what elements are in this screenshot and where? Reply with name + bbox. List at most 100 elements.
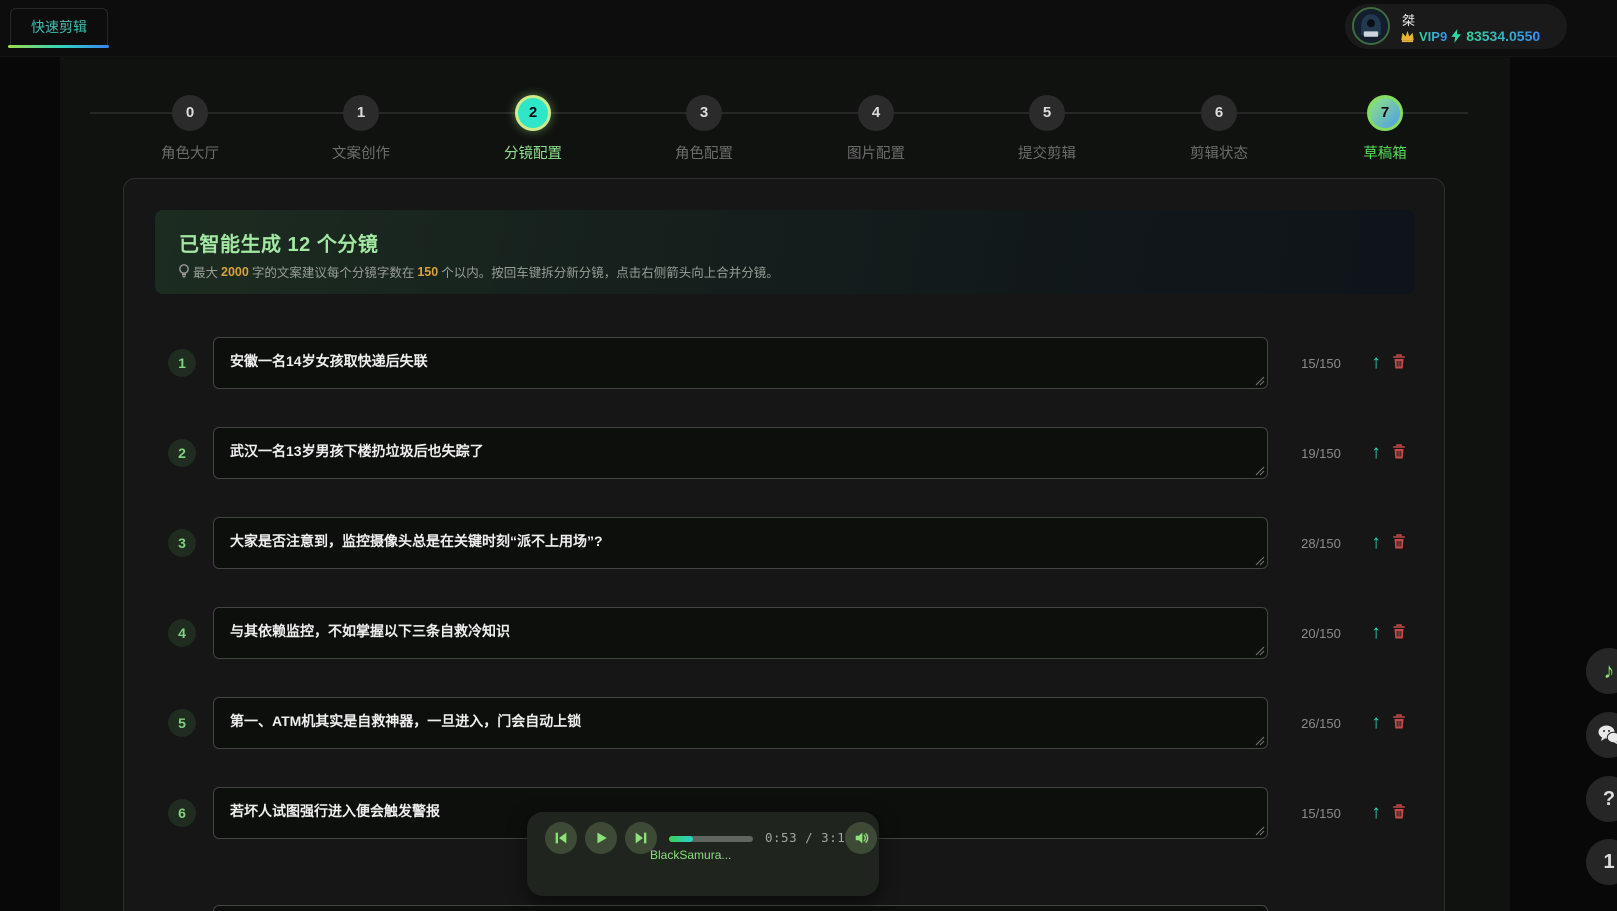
step-label-4[interactable]: 图片配置 bbox=[816, 142, 936, 163]
resize-handle-icon[interactable] bbox=[1255, 466, 1265, 476]
resize-handle-icon[interactable] bbox=[1255, 646, 1265, 656]
storyboard-text-input[interactable]: 与其依赖监控，不如掌握以下三条自救冷知识 bbox=[213, 607, 1268, 659]
time-display: 0:53 / 3:18 bbox=[765, 830, 853, 845]
help-float-button[interactable]: ? bbox=[1586, 776, 1617, 822]
resize-handle-icon[interactable] bbox=[1255, 736, 1265, 746]
storyboard-text-input[interactable]: 武汉一名13岁男孩下楼扔垃圾后也失踪了 bbox=[213, 427, 1268, 479]
notice-float-button[interactable]: 1 bbox=[1586, 839, 1617, 885]
step-circle-6[interactable]: 6 bbox=[1201, 95, 1237, 131]
trash-icon bbox=[1391, 443, 1407, 460]
storyboard-row: 2 武汉一名13岁男孩下楼扔垃圾后也失踪了 19/150 ↑ bbox=[168, 427, 1418, 479]
previous-track-button[interactable] bbox=[545, 822, 577, 854]
char-count: 20/150 bbox=[1290, 626, 1352, 641]
step-circle-3[interactable]: 3 bbox=[686, 95, 722, 131]
skip-previous-icon bbox=[553, 830, 569, 846]
step-circle-5[interactable]: 5 bbox=[1029, 95, 1065, 131]
storyboard-index-badge: 1 bbox=[168, 349, 196, 377]
step-label-7-draft[interactable]: 草稿箱 bbox=[1325, 142, 1445, 163]
step-circle-2-active[interactable]: 2 bbox=[515, 95, 551, 131]
char-count: 28/150 bbox=[1290, 536, 1352, 551]
storyboard-index-badge: 2 bbox=[168, 439, 196, 467]
step-label-5[interactable]: 提交剪辑 bbox=[987, 142, 1107, 163]
storyboard-row-partial bbox=[213, 905, 1268, 911]
tip-per-shot-limit: 150 bbox=[417, 265, 438, 279]
step-circle-4[interactable]: 4 bbox=[858, 95, 894, 131]
storyboard-text-input[interactable] bbox=[213, 905, 1268, 911]
tip-max-words: 2000 bbox=[221, 265, 249, 279]
wechat-icon bbox=[1597, 724, 1617, 746]
delete-row-button[interactable] bbox=[1390, 531, 1408, 555]
step-circle-1[interactable]: 1 bbox=[343, 95, 379, 131]
step-circle-7-draft[interactable]: 7 bbox=[1367, 95, 1403, 131]
merge-up-button[interactable]: ↑ bbox=[1366, 441, 1386, 465]
play-button[interactable] bbox=[585, 822, 617, 854]
notice-count: 1 bbox=[1603, 851, 1614, 874]
music-note-icon: ♪ bbox=[1604, 658, 1615, 684]
lightning-icon bbox=[1451, 29, 1462, 43]
volume-button[interactable] bbox=[845, 822, 877, 854]
merge-up-button[interactable]: ↑ bbox=[1366, 801, 1386, 825]
step-label-2-active[interactable]: 分镜配置 bbox=[473, 142, 593, 163]
crown-icon bbox=[1400, 30, 1415, 43]
play-icon bbox=[593, 830, 609, 846]
resize-handle-icon[interactable] bbox=[1255, 826, 1265, 836]
top-bar: 快速剪辑 桀 VIP9 8353 bbox=[0, 0, 1617, 57]
storyboard-index-badge: 6 bbox=[168, 799, 196, 827]
storyboard-index-badge: 5 bbox=[168, 709, 196, 737]
username: 桀 bbox=[1402, 10, 1415, 29]
storyboard-text-input[interactable]: 第一、ATM机其实是自救神器，一旦进入，门会自动上锁 bbox=[213, 697, 1268, 749]
step-label-3[interactable]: 角色配置 bbox=[644, 142, 764, 163]
step-label-1[interactable]: 文案创作 bbox=[301, 142, 421, 163]
tip-text-middle: 字的文案建议每个分镜字数在 bbox=[252, 262, 415, 281]
merge-up-button[interactable]: ↑ bbox=[1366, 621, 1386, 645]
storyboard-text-input[interactable]: 安徽一名14岁女孩取快递后失联 bbox=[213, 337, 1268, 389]
storyboard-row: 5 第一、ATM机其实是自救神器，一旦进入，门会自动上锁 26/150 ↑ bbox=[168, 697, 1418, 749]
avatar-image bbox=[1354, 9, 1388, 43]
storyboard-row: 4 与其依赖监控，不如掌握以下三条自救冷知识 20/150 ↑ bbox=[168, 607, 1418, 659]
audio-player: 0:53 / 3:18 BlackSamura... bbox=[527, 812, 879, 896]
merge-up-button[interactable]: ↑ bbox=[1366, 711, 1386, 735]
tab-quick-edit[interactable]: 快速剪辑 bbox=[10, 8, 108, 45]
seek-bar-progress bbox=[669, 836, 693, 842]
resize-handle-icon[interactable] bbox=[1255, 376, 1265, 386]
delete-row-button[interactable] bbox=[1390, 801, 1408, 825]
resize-handle-icon[interactable] bbox=[1255, 556, 1265, 566]
trash-icon bbox=[1391, 623, 1407, 640]
step-circle-0[interactable]: 0 bbox=[172, 95, 208, 131]
tab-active-underline bbox=[8, 45, 109, 48]
music-float-button[interactable]: ♪ bbox=[1586, 648, 1617, 694]
volume-icon bbox=[853, 830, 870, 846]
storyboard-row: 3 大家是否注意到，监控摄像头总是在关键时刻“派不上用场”? 28/150 ↑ bbox=[168, 517, 1418, 569]
step-label-6[interactable]: 剪辑状态 bbox=[1159, 142, 1279, 163]
delete-row-button[interactable] bbox=[1390, 441, 1408, 465]
track-name: BlackSamura... bbox=[650, 848, 762, 862]
delete-row-button[interactable] bbox=[1390, 351, 1408, 375]
char-count: 15/150 bbox=[1290, 356, 1352, 371]
storyboard-text-input[interactable]: 大家是否注意到，监控摄像头总是在关键时刻“派不上用场”? bbox=[213, 517, 1268, 569]
avatar[interactable] bbox=[1352, 7, 1390, 45]
stepper-connector-line bbox=[90, 112, 1468, 114]
storyboard-index-badge: 3 bbox=[168, 529, 196, 557]
vip-badge: VIP9 bbox=[1419, 29, 1447, 44]
generated-count-title: 已智能生成 12 个分镜 bbox=[179, 228, 378, 257]
tip-text-prefix: 最大 bbox=[193, 262, 218, 281]
delete-row-button[interactable] bbox=[1390, 621, 1408, 645]
user-account-pill[interactable]: 桀 VIP9 83534.0550 bbox=[1345, 4, 1567, 49]
delete-row-button[interactable] bbox=[1390, 711, 1408, 735]
wechat-float-button[interactable] bbox=[1586, 712, 1617, 758]
app-screen: 快速剪辑 桀 VIP9 8353 bbox=[0, 0, 1617, 911]
storyboard-tip: 最大2000字的文案建议每个分镜字数在150个以内。按回车键拆分新分镜，点击右侧… bbox=[178, 262, 779, 281]
question-mark-icon: ? bbox=[1603, 788, 1615, 811]
trash-icon bbox=[1391, 353, 1407, 370]
tip-text-suffix: 个以内。按回车键拆分新分镜，点击右侧箭头向上合并分镜。 bbox=[441, 262, 779, 281]
skip-next-icon bbox=[633, 830, 649, 846]
seek-bar[interactable] bbox=[669, 836, 753, 842]
lightbulb-icon bbox=[178, 264, 190, 279]
step-label-0[interactable]: 角色大厅 bbox=[130, 142, 250, 163]
merge-up-button[interactable]: ↑ bbox=[1366, 351, 1386, 375]
points-balance: 83534.0550 bbox=[1466, 28, 1540, 44]
char-count: 19/150 bbox=[1290, 446, 1352, 461]
storyboard-index-badge: 4 bbox=[168, 619, 196, 647]
merge-up-button[interactable]: ↑ bbox=[1366, 531, 1386, 555]
storyboard-row: 1 安徽一名14岁女孩取快递后失联 15/150 ↑ bbox=[168, 337, 1418, 389]
